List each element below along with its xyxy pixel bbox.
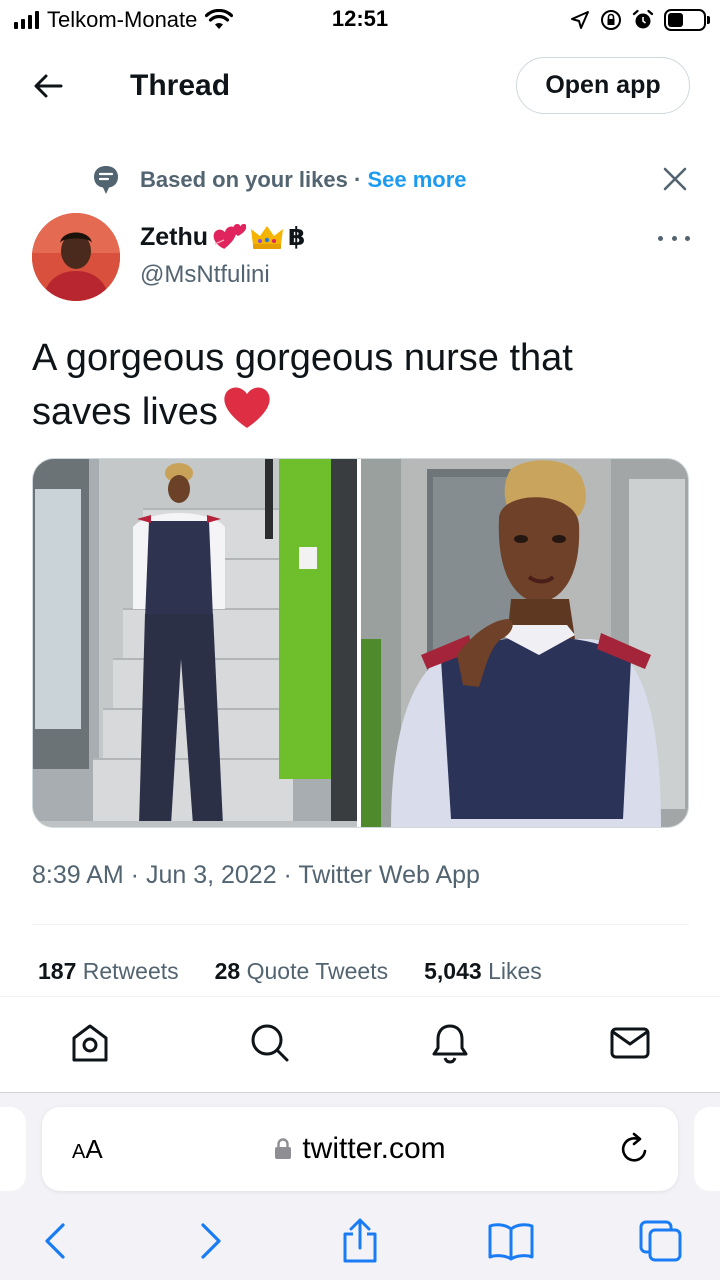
context-separator: · xyxy=(353,167,362,192)
home-icon xyxy=(72,1024,108,1062)
speech-bubble-icon xyxy=(94,166,118,194)
thread-header: Thread Open app xyxy=(0,56,720,116)
author-badge: ฿ xyxy=(288,223,306,251)
alarm-icon xyxy=(632,9,654,29)
nav-home[interactable] xyxy=(68,1021,112,1065)
url-text: twitter.com xyxy=(302,1132,446,1165)
previous-tab-preview[interactable] xyxy=(0,1107,26,1191)
tweet-stats: 187 Retweets 28 Quote Tweets 5,043 Likes xyxy=(38,956,542,986)
more-dot xyxy=(658,235,663,241)
nav-search[interactable] xyxy=(248,1021,292,1065)
tweet-photo-1[interactable] xyxy=(33,459,357,827)
hearts-emoji-icon xyxy=(213,224,247,249)
tweet-media xyxy=(32,458,689,828)
browser-toolbar: AA twitter.com xyxy=(0,1092,720,1280)
tweet-timestamp[interactable]: 8:39 AM · Jun 3, 2022 · Twitter Web App xyxy=(32,858,480,892)
quote-tweets-stat[interactable]: 28 Quote Tweets xyxy=(215,956,388,986)
dismiss-button[interactable] xyxy=(660,164,690,194)
battery-icon xyxy=(664,9,710,31)
tweet-photo-2[interactable] xyxy=(361,459,688,827)
tweet-text: A gorgeous gorgeous nurse that saves liv… xyxy=(32,332,672,438)
status-bar: Telkom-Monate 12:51 xyxy=(0,0,720,40)
chevron-left-icon xyxy=(45,1223,65,1259)
bookmarks-button[interactable] xyxy=(486,1217,536,1265)
next-tab-preview[interactable] xyxy=(694,1107,720,1191)
arrow-left-icon xyxy=(34,74,63,98)
tabs-button[interactable] xyxy=(636,1217,686,1265)
search-icon xyxy=(251,1024,289,1062)
author-display-name: Zethu xyxy=(140,223,209,251)
context-text: Based on your likes · See more xyxy=(140,166,467,194)
author-handle[interactable]: @MsNtfulini xyxy=(140,260,270,290)
nav-messages[interactable] xyxy=(608,1021,652,1065)
messages-icon xyxy=(610,1027,650,1059)
notifications-icon xyxy=(432,1024,468,1064)
likes-count: 5,043 xyxy=(424,958,482,984)
divider xyxy=(32,924,689,925)
see-more-link[interactable]: See more xyxy=(367,167,466,192)
location-icon xyxy=(571,11,589,29)
back-button[interactable] xyxy=(28,68,68,104)
reload-button[interactable] xyxy=(616,1131,652,1167)
book-icon xyxy=(488,1223,534,1261)
retweets-stat[interactable]: 187 Retweets xyxy=(38,956,179,986)
retweets-label: Retweets xyxy=(82,958,179,984)
share-button[interactable] xyxy=(335,1217,385,1265)
lock-icon xyxy=(275,1138,292,1159)
red-heart-emoji-icon xyxy=(224,387,270,428)
likes-label: Likes xyxy=(488,958,542,984)
page-title: Thread xyxy=(130,69,231,102)
open-app-button[interactable]: Open app xyxy=(516,57,690,114)
orientation-lock-icon xyxy=(601,10,621,30)
photo-portrait xyxy=(361,459,688,827)
chevron-right-icon xyxy=(201,1223,221,1259)
retweets-count: 187 xyxy=(38,958,77,984)
browser-nav xyxy=(0,1213,720,1269)
share-icon xyxy=(343,1218,377,1263)
url-display[interactable]: twitter.com xyxy=(42,1131,678,1167)
more-dot xyxy=(671,235,677,241)
tweet-body: A gorgeous gorgeous nurse that saves liv… xyxy=(32,337,573,433)
likes-stat[interactable]: 5,043 Likes xyxy=(424,956,542,986)
bottom-nav xyxy=(0,996,720,1092)
browser-back-button[interactable] xyxy=(30,1217,80,1265)
more-options-button[interactable] xyxy=(658,228,690,248)
photo-full-body xyxy=(33,459,357,827)
crown-emoji-icon xyxy=(251,226,284,249)
reload-icon xyxy=(621,1132,647,1162)
avatar[interactable] xyxy=(32,213,120,301)
quote-tweets-label: Quote Tweets xyxy=(246,958,389,984)
browser-forward-button[interactable] xyxy=(186,1217,236,1265)
status-right xyxy=(570,6,710,34)
close-icon xyxy=(663,167,687,191)
nav-notifications[interactable] xyxy=(428,1021,472,1065)
tabs-icon xyxy=(639,1220,682,1262)
more-dot xyxy=(685,235,690,241)
context-reason: Based on your likes xyxy=(140,167,348,192)
avatar-photo xyxy=(32,213,120,301)
recommendation-context: Based on your likes · See more xyxy=(0,160,720,200)
quote-tweets-count: 28 xyxy=(214,958,241,984)
author-name[interactable]: Zethu ฿ xyxy=(140,222,305,252)
address-bar[interactable]: AA twitter.com xyxy=(42,1107,678,1191)
